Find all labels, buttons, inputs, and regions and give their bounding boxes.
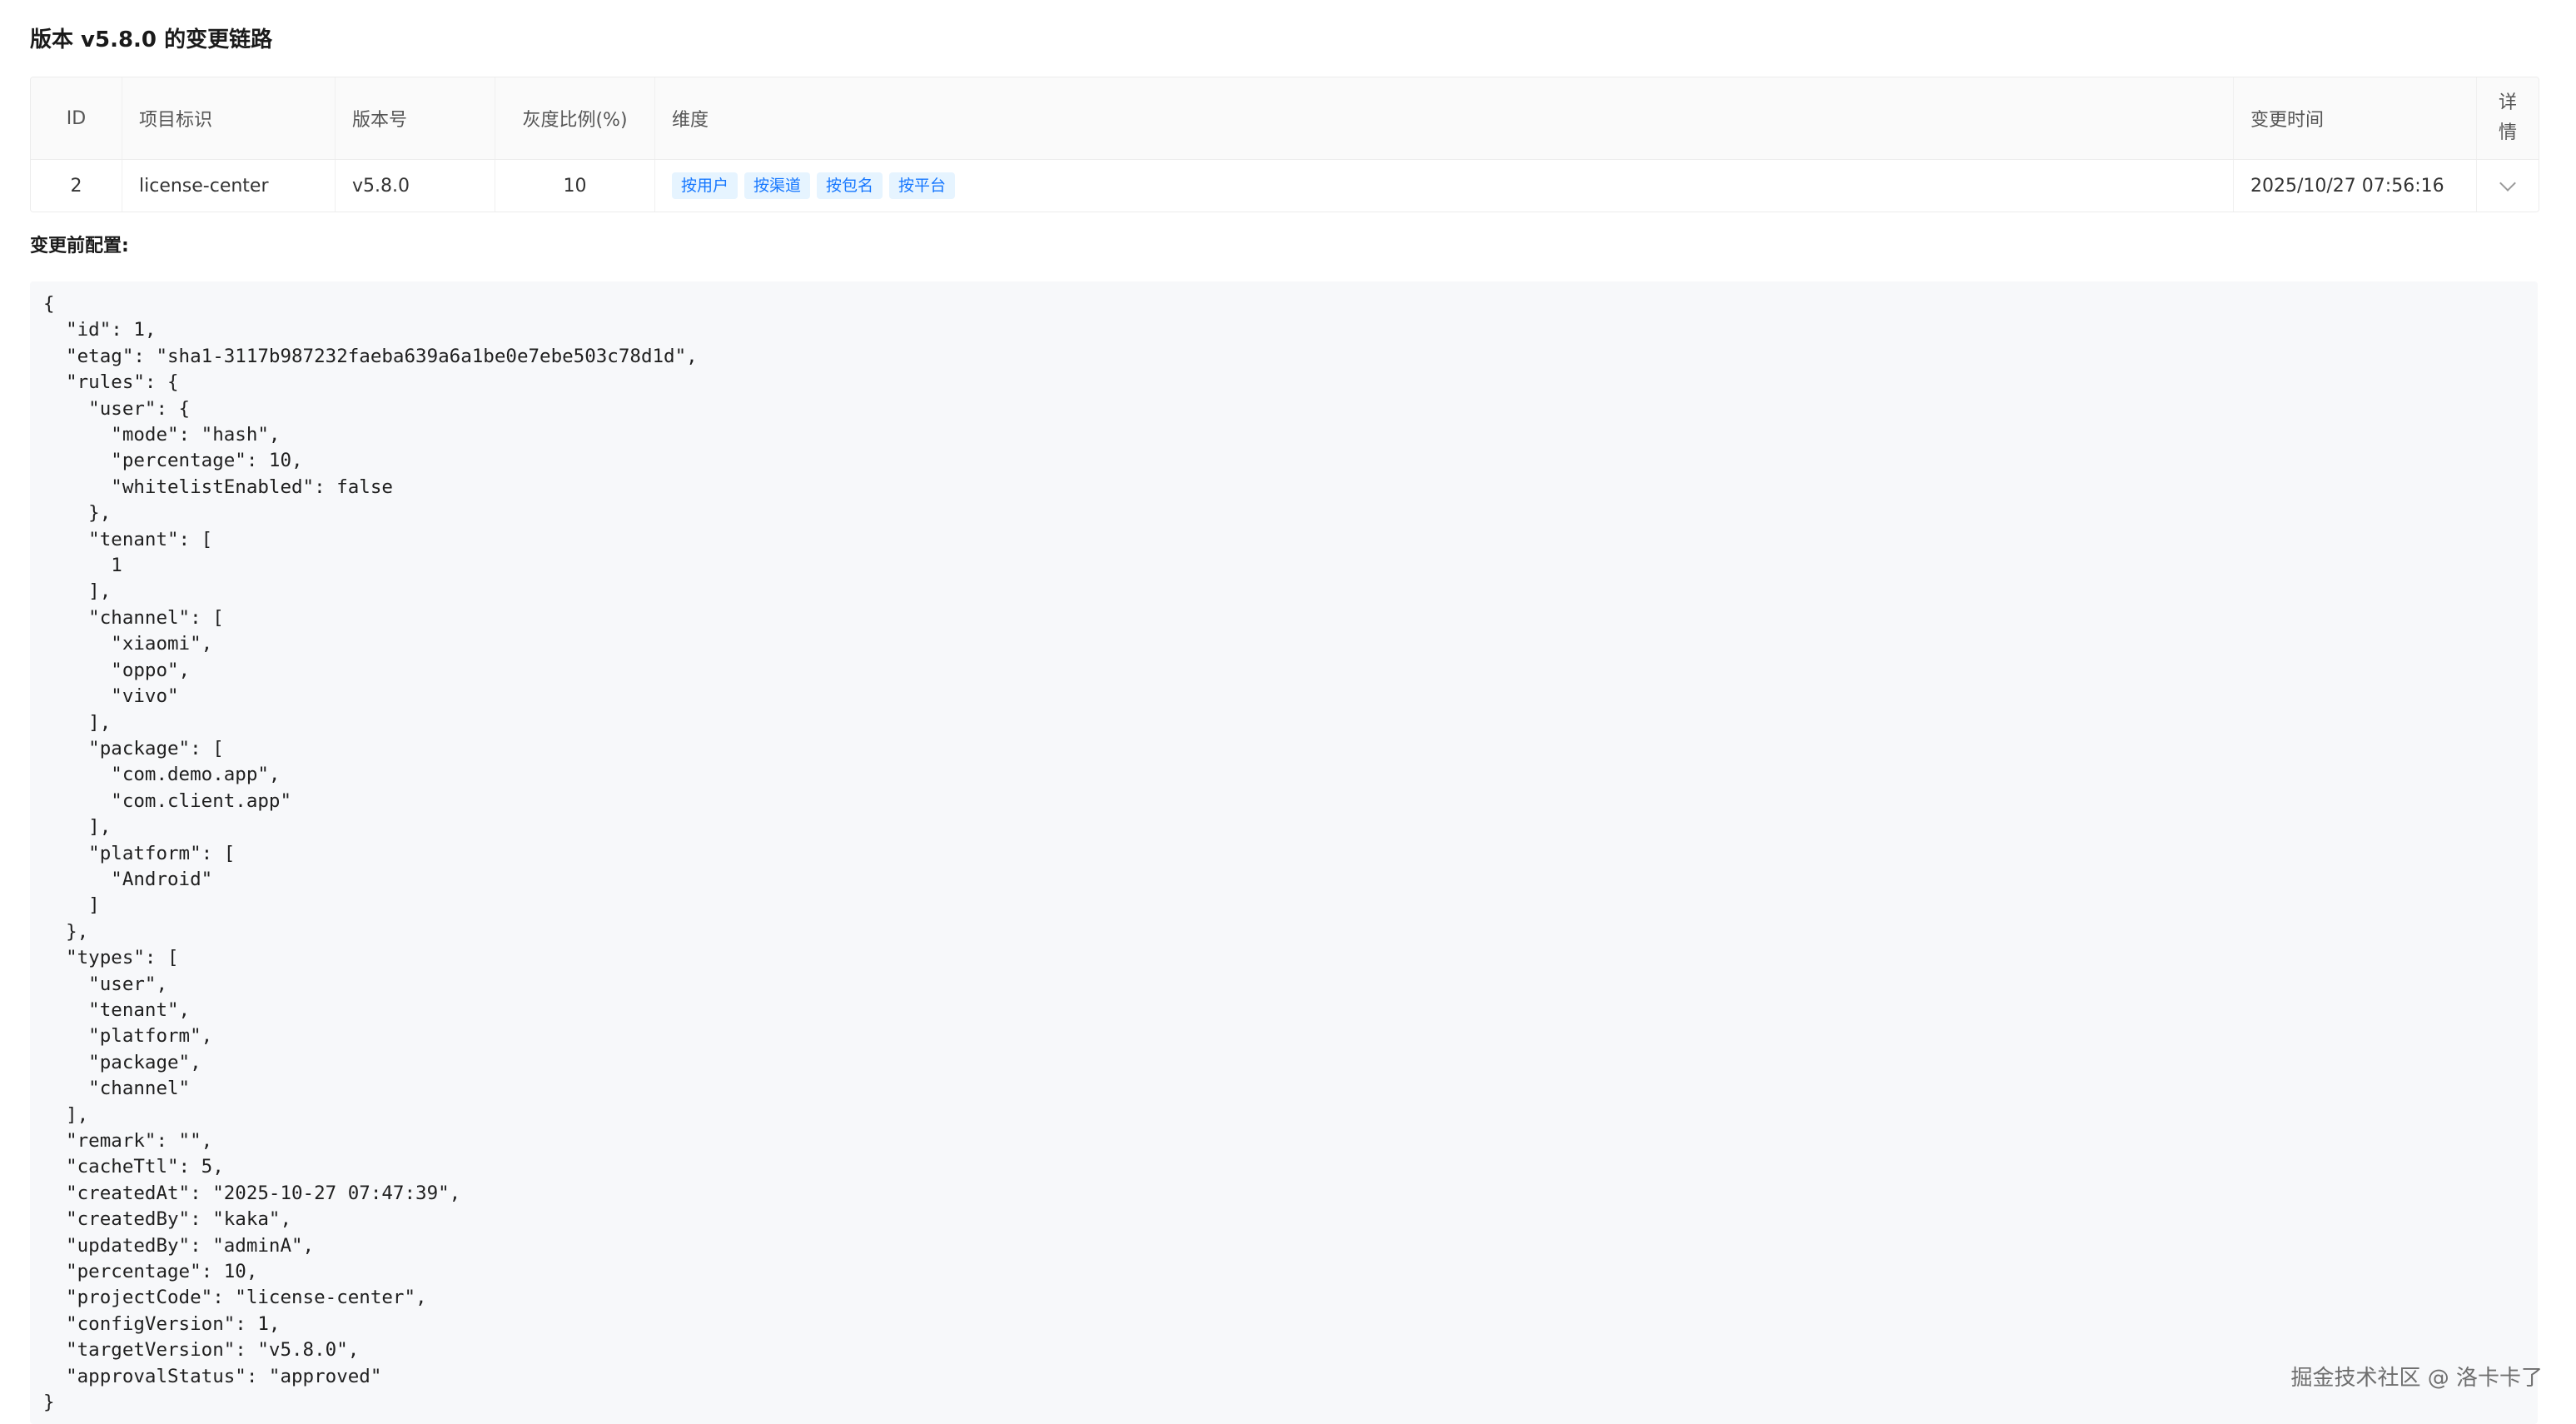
row-gray-ratio: 10 (495, 160, 655, 212)
header-detail-line1: 详 (2498, 92, 2517, 113)
before-config-label: 变更前配置: (30, 236, 129, 256)
tag-by-user: 按用户 (672, 172, 738, 199)
row-dimension: 按用户 按渠道 按包名 按平台 (655, 160, 2234, 212)
tag-by-platform: 按平台 (889, 172, 956, 199)
change-chain-table: ID 项目标识 版本号 灰度比例(%) 维度 变更时间 详 情 2 licens… (30, 77, 2539, 212)
row-change-time: 2025/10/27 07:56:16 (2234, 160, 2477, 212)
section-title: 版本 v5.8.0 的变更链路 (30, 27, 273, 52)
tag-by-package: 按包名 (817, 172, 883, 199)
header-dimension: 维度 (655, 77, 2234, 159)
header-gray-ratio: 灰度比例(%) (495, 77, 655, 159)
watermark: 掘金技术社区 @ 洛卡卡了 (2290, 1366, 2543, 1391)
row-version: v5.8.0 (336, 160, 495, 212)
header-project: 项目标识 (122, 77, 336, 159)
header-version: 版本号 (336, 77, 495, 159)
table-header: ID 项目标识 版本号 灰度比例(%) 维度 变更时间 详 情 (31, 77, 2539, 160)
row-project: license-center (122, 160, 336, 212)
before-config-code-block: { "id": 1, "etag": "sha1-3117b987232faeb… (30, 281, 2538, 1424)
expand-row-button[interactable] (2477, 160, 2539, 212)
header-detail: 详 情 (2477, 77, 2539, 159)
row-id: 2 (31, 160, 122, 212)
header-change-time: 变更时间 (2234, 77, 2477, 159)
dimension-tags: 按用户 按渠道 按包名 按平台 (672, 172, 956, 199)
header-id: ID (31, 77, 122, 159)
tag-by-channel: 按渠道 (744, 172, 811, 199)
table-row: 2 license-center v5.8.0 10 按用户 按渠道 按包名 按… (31, 160, 2539, 212)
header-detail-line2: 情 (2498, 122, 2517, 143)
chevron-down-icon[interactable] (2499, 175, 2516, 192)
before-config-json: { "id": 1, "etag": "sha1-3117b987232faeb… (43, 293, 698, 1414)
